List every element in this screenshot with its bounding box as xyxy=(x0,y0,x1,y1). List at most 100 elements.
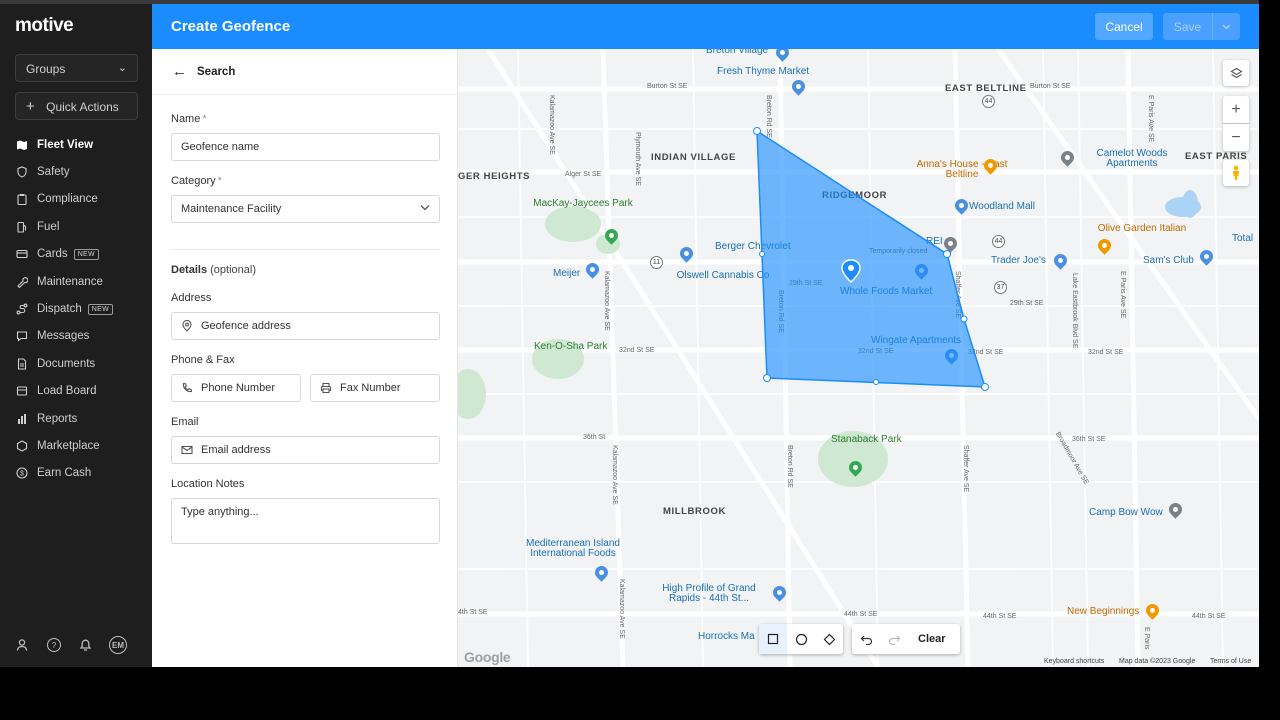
sidebar-item-label: Fuel xyxy=(37,220,60,233)
save-options-button[interactable] xyxy=(1213,13,1240,40)
arrow-left-icon: ← xyxy=(172,63,187,80)
user-settings-icon[interactable] xyxy=(16,638,30,652)
sidebar-item-dispatch[interactable]: Dispatch NEW xyxy=(0,295,152,322)
polygon-vertex-handle[interactable] xyxy=(960,315,968,323)
polygon-vertex-handle[interactable] xyxy=(943,250,951,258)
phone-input[interactable]: Phone Number xyxy=(171,374,301,402)
polygon-vertex-handle[interactable] xyxy=(981,383,989,391)
polygon-vertex-handle[interactable] xyxy=(763,374,771,382)
undo-button[interactable] xyxy=(852,624,880,654)
document-icon xyxy=(16,358,28,370)
sidebar-item-compliance[interactable]: Compliance xyxy=(0,186,152,213)
address-input[interactable]: Geofence address xyxy=(171,312,440,340)
quick-actions-label: Quick Actions xyxy=(46,100,119,114)
back-to-search[interactable]: ← Search xyxy=(152,49,457,95)
section-divider xyxy=(171,249,440,250)
new-badge: NEW xyxy=(87,303,113,315)
polygon-midpoint-handle[interactable] xyxy=(759,251,765,257)
terms-of-use-link[interactable]: Terms of Use xyxy=(1210,658,1251,665)
category-value: Maintenance Facility xyxy=(181,203,282,215)
new-badge: NEW xyxy=(73,248,99,260)
edit-tools: Clear xyxy=(852,624,960,654)
groups-dropdown[interactable]: Groups ⌄ xyxy=(15,54,138,82)
sidebar-item-label: Marketplace xyxy=(37,439,100,452)
minus-icon: − xyxy=(1231,128,1241,146)
page-title: Create Geofence xyxy=(171,18,291,35)
notes-label: Location Notes xyxy=(171,478,245,490)
undo-icon xyxy=(860,635,872,645)
polygon-vertex-handle[interactable] xyxy=(753,127,761,135)
sidebar-item-safety[interactable]: Safety xyxy=(0,158,152,185)
sidebar-item-label: Compliance xyxy=(37,193,98,206)
email-input[interactable]: Email address xyxy=(171,436,440,464)
sidebar-item-fleet-view[interactable]: Fleet View xyxy=(0,131,152,158)
load-board-icon xyxy=(16,385,28,397)
location-notes-textarea[interactable]: Type anything... xyxy=(171,498,440,544)
cancel-button[interactable]: Cancel xyxy=(1095,13,1153,40)
sidebar-item-messages[interactable]: Messages xyxy=(0,323,152,350)
email-label: Email xyxy=(171,416,199,428)
back-label: Search xyxy=(197,65,236,78)
sidebar-item-label: Documents xyxy=(37,357,96,370)
bell-icon[interactable] xyxy=(78,638,92,652)
geofence-name-input[interactable]: Geofence name xyxy=(171,133,440,161)
help-icon[interactable]: ? xyxy=(47,638,61,652)
map-canvas[interactable]: EAST BELTLINEINDIAN VILLAGEGER HEIGHTSRI… xyxy=(458,49,1259,667)
sidebar-item-maintenance[interactable]: Maintenance xyxy=(0,268,152,295)
mail-icon xyxy=(181,445,193,455)
street-view-button[interactable] xyxy=(1223,160,1249,186)
address-placeholder: Geofence address xyxy=(201,320,291,332)
plus-icon: + xyxy=(1231,100,1241,118)
rectangle-tool[interactable] xyxy=(759,624,787,654)
geofence-polygon-layer xyxy=(753,127,989,391)
google-logo: Google xyxy=(464,649,511,665)
fuel-icon xyxy=(16,221,28,233)
card-icon xyxy=(16,248,28,260)
sidebar-item-documents[interactable]: Documents xyxy=(0,350,152,377)
app-root: motive Groups ⌄ + Quick Actions Fleet Vi… xyxy=(0,0,1280,720)
fax-input[interactable]: Fax Number xyxy=(310,374,440,402)
sidebar-item-cards[interactable]: Cards NEW xyxy=(0,241,152,268)
chevron-down-icon xyxy=(420,205,430,211)
sidebar-item-load-board[interactable]: Load Board xyxy=(0,378,152,405)
sidebar-item-earn-cash[interactable]: $ Earn Cash xyxy=(0,460,152,487)
sidebar-item-label: Fleet View xyxy=(37,138,94,151)
polygon-midpoint-handle[interactable] xyxy=(873,379,879,385)
map-data-attribution: Map data ©2023 Google xyxy=(1119,658,1196,665)
zoom-in-button[interactable]: + xyxy=(1223,96,1249,123)
sidebar-item-label: Dispatch xyxy=(37,303,82,316)
polygon-tool[interactable] xyxy=(815,624,843,654)
motive-logo[interactable]: motive xyxy=(15,15,74,37)
geofence-form-panel: ← Search Name * Geofence name Category * M… xyxy=(152,49,458,667)
email-placeholder: Email address xyxy=(201,444,271,456)
save-button[interactable]: Save xyxy=(1163,13,1213,40)
keyboard-shortcuts-link[interactable]: Keyboard shortcuts xyxy=(1044,658,1104,665)
clipboard-icon xyxy=(16,193,28,206)
avatar[interactable]: EM xyxy=(109,636,127,654)
address-label: Address xyxy=(171,292,212,304)
sidebar-item-fuel[interactable]: Fuel xyxy=(0,213,152,240)
category-select[interactable]: Maintenance Facility xyxy=(171,195,440,223)
geofence-polygon[interactable] xyxy=(756,129,987,388)
rectangle-icon xyxy=(767,633,779,645)
sidebar: motive Groups ⌄ + Quick Actions Fleet Vi… xyxy=(0,4,152,667)
sidebar-nav: Fleet View Safety Compliance Fuel Cards NEW Ma… xyxy=(0,131,152,487)
wrench-icon xyxy=(16,276,29,288)
shape-tools xyxy=(759,624,843,654)
geofence-name-placeholder: Geofence name xyxy=(181,141,260,153)
sidebar-footer: ? EM xyxy=(16,636,127,654)
map-icon xyxy=(16,139,28,151)
circle-tool[interactable] xyxy=(787,624,815,654)
name-label: Name * xyxy=(171,113,207,125)
details-label: Details (optional) xyxy=(171,264,256,276)
clear-button[interactable]: Clear xyxy=(908,633,960,645)
quick-actions-button[interactable]: + Quick Actions xyxy=(15,92,138,120)
layers-button[interactable] xyxy=(1223,60,1249,86)
sidebar-item-reports[interactable]: Reports xyxy=(0,405,152,432)
zoom-out-button[interactable]: − xyxy=(1223,124,1249,151)
sidebar-item-marketplace[interactable]: Marketplace xyxy=(0,432,152,459)
dollar-icon: $ xyxy=(16,467,28,479)
sidebar-item-label: Safety xyxy=(37,166,70,179)
redo-button[interactable] xyxy=(880,624,908,654)
phone-icon xyxy=(182,382,193,393)
